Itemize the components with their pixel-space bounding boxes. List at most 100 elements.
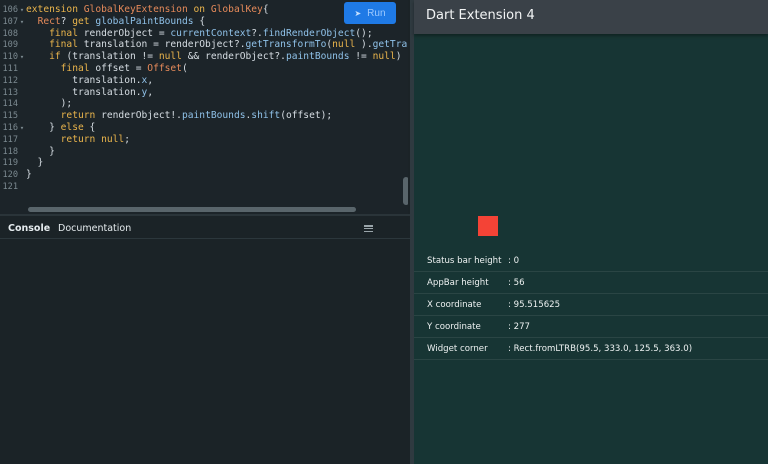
code-token: ( [181,62,188,74]
code-token: final [60,62,96,74]
code-text: return renderObject!.paintBounds.shift(o… [26,110,333,122]
code-token: { [193,15,206,27]
code-line[interactable]: 114 ); [0,98,408,110]
info-list: Status bar height: 0 AppBar height: 56 X c… [414,250,768,360]
code-token: ); [26,98,73,110]
code-line[interactable]: 117 return null; [0,134,408,146]
code-token: { [262,4,269,15]
code-token: ; [124,133,130,145]
code-line[interactable]: 112 translation.x, [0,75,408,87]
code-text: extension GlobalKeyExtension on GlobalKe… [26,4,269,15]
code-line[interactable]: 119 } [0,157,408,169]
code-token: offset = [95,62,148,74]
code-editor[interactable]: 106 ▾ extension GlobalKeyExtension on Glob… [0,0,408,214]
code-text: final renderObject = currentContext?.fin… [26,27,372,39]
code-text: if (translation != null && renderObject?… [26,51,408,62]
code-token: getTransla [372,39,408,51]
code-token: { [89,121,96,133]
code-token: (translation != [66,51,159,63]
info-value: : Rect.fromLTRB(95.5, 333.0, 125.5, 363.… [508,344,693,354]
code-line[interactable]: 116 ▾ } else { [0,122,408,134]
code-text: final offset = Offset( [26,63,188,74]
horizontal-scrollbar[interactable] [28,207,356,212]
info-value: : 56 [508,278,525,288]
tab-documentation[interactable]: Documentation [58,222,131,236]
run-button[interactable]: ➤ Run [344,2,396,24]
code-token: shift [251,110,281,122]
code-token: paintBounds [181,110,246,122]
code-line[interactable]: 113 translation.y, [0,87,408,99]
info-row: X coordinate : 95.515625 [414,294,768,316]
code-text: return null; [26,134,130,145]
code-text: } [26,157,44,169]
code-token: GlobalKeyExtension [83,4,188,15]
code-token: } [26,169,32,181]
code-token: Offset [147,62,182,74]
code-token: null [332,39,356,51]
code-token: } [26,157,44,169]
code-token: getTransformTo [245,39,327,51]
tab-console[interactable]: Console [8,222,50,236]
code-line[interactable]: 120} [0,169,408,181]
vertical-scrollbar[interactable] [403,177,408,205]
code-line[interactable]: 115 return renderObject!.paintBounds.shi… [0,110,408,122]
code-token: return [60,133,102,145]
code-token: else [60,121,90,133]
app-bar: Dart Extension 4 [414,0,768,34]
info-row: Widget corner: Rect.fromLTRB(95.5, 333.0… [414,338,768,360]
red-square-widget [478,216,498,236]
code-line[interactable]: 109 final translation = renderObject?.ge… [0,39,408,51]
code-text: ); [26,98,73,110]
info-label: X coordinate [427,300,482,310]
code-token: final [49,39,84,51]
code-token: translation = renderObject?. [83,39,246,51]
code-lines[interactable]: 106 ▾ extension GlobalKeyExtension on Glob… [0,4,408,193]
info-label: Y coordinate [427,322,481,332]
code-token: final [49,27,84,39]
code-token: GlobalKey [210,4,263,15]
code-text: } else { [26,122,95,133]
code-token: ? [60,15,73,27]
code-token: } [26,121,61,133]
info-row: Status bar height: 0 [414,250,768,272]
code-line[interactable]: 110 ▾ if (translation != null && renderOb… [0,51,408,63]
code-token: null [101,133,125,145]
play-icon: ➤ [354,8,362,18]
code-token: paintBounds [285,51,350,63]
code-token: , [147,74,154,86]
code-token: currentContext [170,27,252,39]
code-token: get [72,15,96,27]
code-line[interactable]: 118 } [0,146,408,158]
code-token: globalPaintBounds [95,15,194,27]
console-tab-divider [0,238,410,239]
info-value: : 95.515625 [508,300,561,310]
code-token: ) { [395,51,408,63]
info-row: AppBar height: 56 [414,272,768,294]
code-text: translation.x, [26,75,153,86]
code-text: final translation = renderObject?.getTra… [26,39,408,50]
info-label: Status bar height [427,256,502,266]
code-token: translation. [26,86,142,98]
code-token: renderObject = [83,27,171,39]
code-token: extension [26,4,84,15]
code-token: != [349,51,373,63]
code-line[interactable]: 108 final renderObject = currentContext?… [0,28,408,40]
code-token: if [49,51,67,63]
line-number: 121 [2,181,18,192]
info-value: : 277 [508,322,531,332]
code-token: (offset); [280,110,333,122]
code-text: translation.y, [26,87,153,98]
info-row: Y coordinate : 277 [414,316,768,338]
code-line[interactable]: 111 final offset = Offset( [0,63,408,75]
code-token: ). [355,39,373,51]
app-bar-title: Dart Extension 4 [426,8,535,23]
code-line[interactable]: 121 [0,181,408,193]
menu-icon[interactable] [364,225,373,232]
code-token: ?. [251,27,263,39]
code-token: } [26,145,55,157]
